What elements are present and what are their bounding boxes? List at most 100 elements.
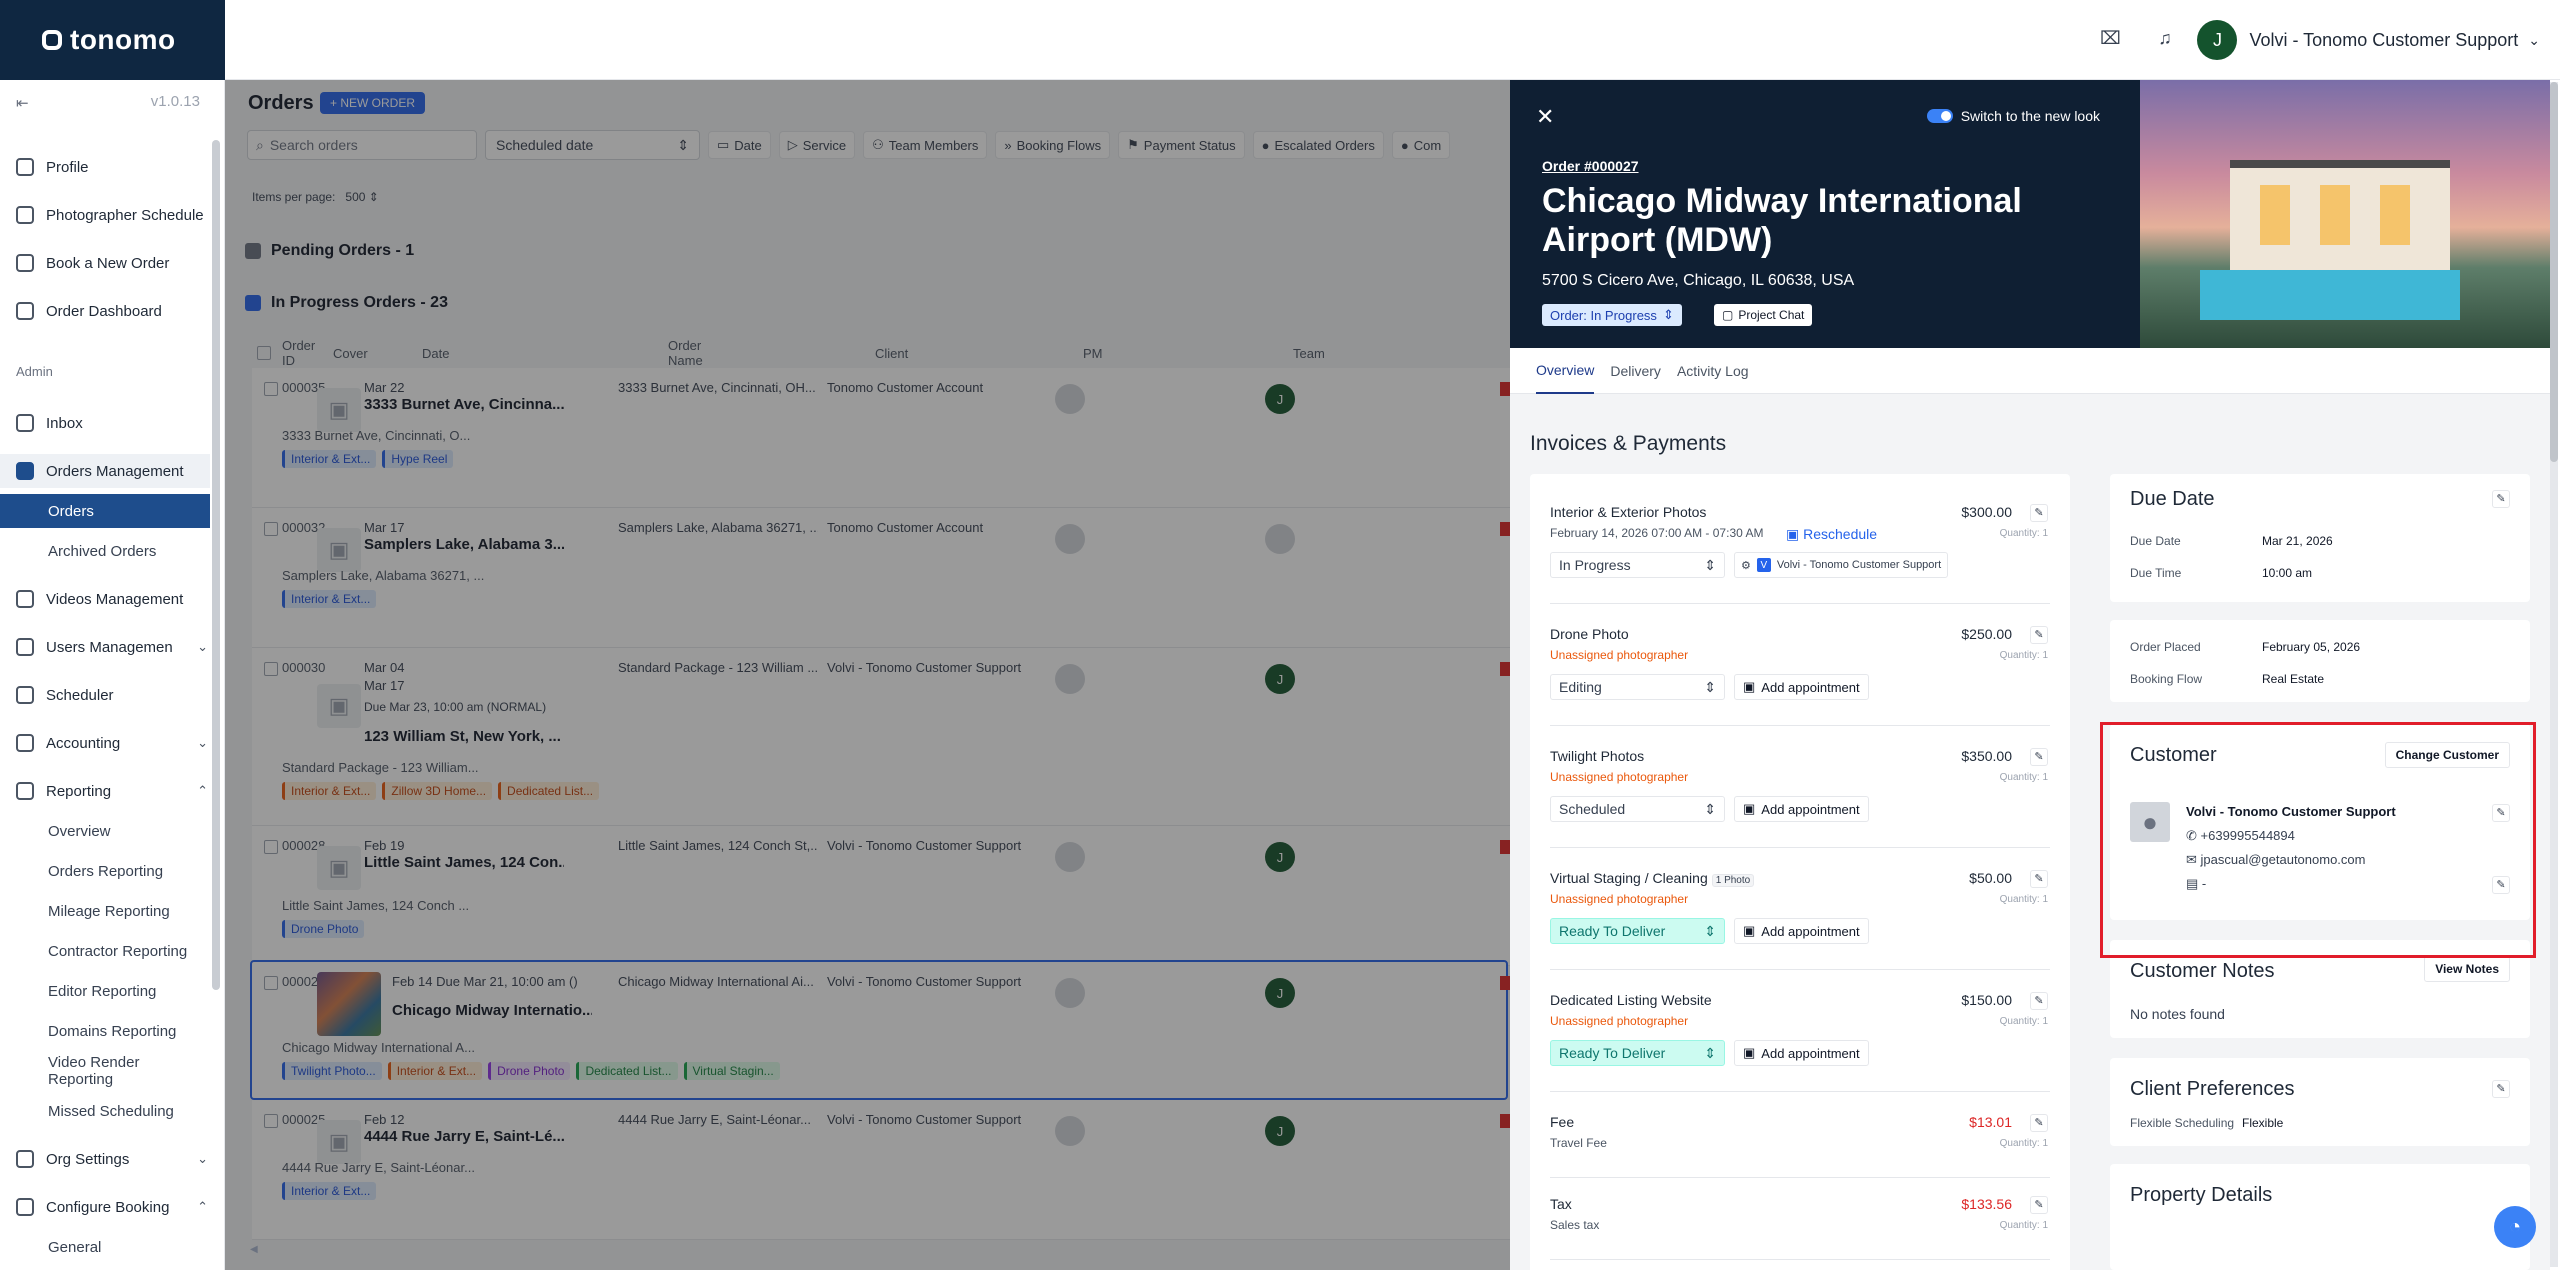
modal-backdrop[interactable] [225,80,1510,1270]
card-title: Due Date [2130,488,2215,510]
chevron-up-icon: ⌃ [197,783,208,798]
edit-icon[interactable]: ✎ [2030,870,2048,888]
property-cover-image[interactable] [2140,80,2550,348]
button-label: Add appointment [1761,1045,1860,1061]
edit-icon[interactable]: ✎ [2492,804,2510,822]
sidebar-item-label: Scheduler [46,686,114,704]
sidebar-item-users-management[interactable]: Users Managemen ⌄ [16,630,208,664]
add-appointment-button[interactable]: ▣ Add appointment [1734,1040,1869,1066]
line-item-quantity: Quantity: 1 [1999,528,2048,539]
sidebar-item-book-new-order[interactable]: Book a New Order [16,246,208,280]
sidebar-item-accounting[interactable]: Accounting ⌄ [16,726,208,760]
button-label: Add appointment [1761,801,1860,817]
line-item-name: Interior & Exterior Photos [1550,504,1707,520]
edit-icon[interactable]: ✎ [2030,504,2048,522]
line-item-status-select[interactable]: Editing ⇕ [1550,674,1725,700]
sidebar-item-configure-booking[interactable]: Configure Booking ⌃ [16,1190,208,1224]
sidebar-item-order-dashboard[interactable]: Order Dashboard [16,294,208,328]
sidebar-item-profile[interactable]: Profile [16,150,208,184]
bell-icon[interactable]: ♫ [2155,28,2175,48]
horizontal-scroll-left-icon[interactable]: ◀ [250,1244,1510,1256]
line-item: Virtual Staging / Cleaning 1 Photo $50.00… [1550,870,2050,970]
close-icon[interactable]: ✕ [1536,104,1554,130]
sidebar-subitem-video-render-reporting[interactable]: Video Render Reporting [48,1054,208,1088]
scrollbar-thumb[interactable] [2550,82,2558,462]
sidebar-subitem-domains-reporting[interactable]: Domains Reporting [48,1014,208,1048]
line-item-status-select[interactable]: In Progress ⇕ [1550,552,1725,578]
sidebar-subitem-orders-reporting[interactable]: Orders Reporting [48,854,208,888]
sidebar-item-scheduler[interactable]: Scheduler [16,678,208,712]
line-item-quantity: Quantity: 1 [1999,1220,2048,1231]
add-appointment-button[interactable]: ▣ Add appointment [1734,796,1869,822]
gift-icon[interactable]: ⌧ [2100,28,2121,48]
edit-icon[interactable]: ✎ [2492,1080,2510,1098]
sidebar-item-label: Org Settings [46,1150,130,1168]
sidebar-subitem-editor-reporting[interactable]: Editor Reporting [48,974,208,1008]
user-menu[interactable]: J Volvi - Tonomo Customer Support ⌄ [2197,20,2540,60]
support-chat-icon[interactable]: ◔ [2494,1206,2536,1248]
image-window-shape [2320,185,2350,245]
image-window-shape [2380,185,2410,245]
sidebar-item-inbox[interactable]: Inbox [16,406,208,440]
line-item-status-select[interactable]: Ready To Deliver ⇕ [1550,1040,1725,1066]
sidebar-item-label: Videos Management [46,590,184,608]
sidebar-item-orders-management[interactable]: Orders Management [0,454,210,488]
image-window-shape [2260,185,2290,245]
panel-body: Invoices & Payments Interior & Exterior … [1510,394,2550,1270]
reschedule-link[interactable]: ▣ Reschedule [1786,526,1877,543]
tab-activity-log[interactable]: Activity Log [1677,348,1749,394]
collapse-sidebar-icon[interactable]: ⇤ [16,94,29,112]
edit-icon[interactable]: ✎ [2492,490,2510,508]
line-item-status-select[interactable]: Scheduled ⇕ [1550,796,1725,822]
photo-count-badge: 1 Photo [1711,874,1755,887]
card-title: Client Preferences [2130,1078,2295,1100]
edit-icon[interactable]: ✎ [2492,876,2510,894]
add-appointment-button[interactable]: ▣ Add appointment [1734,918,1869,944]
sidebar-item-reporting[interactable]: Reporting ⌃ [16,774,208,808]
edit-icon[interactable]: ✎ [2030,748,2048,766]
assignee-chip[interactable]: ⚙ V Volvi - Tonomo Customer Support [1734,552,1949,578]
change-customer-button[interactable]: Change Customer [2384,742,2510,768]
sidebar-subitem-orders[interactable]: Orders [0,494,210,528]
sidebar-scrollbar[interactable] [212,140,220,990]
card-title: Property Details [2130,1184,2273,1206]
customer-phone: ✆ +639995544894 [2186,828,2295,844]
reschedule-label: Reschedule [1803,526,1878,542]
order-number-link[interactable]: Order #000027 [1542,158,1639,174]
status-value: In Progress [1559,557,1631,573]
customer-name: Volvi - Tonomo Customer Support [2186,804,2396,819]
chevron-down-icon: ⌄ [197,1151,208,1166]
sidebar-item-videos-management[interactable]: Videos Management [16,582,208,616]
panel-scrollbar[interactable] [2550,82,2558,1267]
button-label: Add appointment [1761,679,1860,695]
edit-icon[interactable]: ✎ [2030,1114,2048,1132]
status-value: Order: In Progress [1550,307,1657,323]
project-chat-button[interactable]: ▢ Project Chat [1714,304,1813,326]
tab-overview[interactable]: Overview [1536,348,1595,394]
gear-icon: ⚙ [1741,559,1751,572]
sidebar-item-photographer-schedule[interactable]: Photographer Schedule [16,198,208,232]
order-status-select[interactable]: Order: In Progress ⇕ [1542,304,1682,326]
app-logo[interactable]: tonomo [0,0,225,80]
line-item-price: $250.00 [1961,626,2012,642]
edit-icon[interactable]: ✎ [2030,992,2048,1010]
sidebar-subitem-contractor-reporting[interactable]: Contractor Reporting [48,934,208,968]
sidebar-subitem-missed-scheduling[interactable]: Missed Scheduling [48,1094,208,1128]
sidebar-subitem-overview[interactable]: Overview [48,814,208,848]
new-look-toggle[interactable]: Switch to the new look [1926,108,2100,124]
client-preferences-card: Client Preferences ✎ Flexible Scheduling… [2110,1058,2530,1146]
sidebar-subitem-archived-orders[interactable]: Archived Orders [48,534,208,568]
sidebar-subitem-general[interactable]: General [48,1230,208,1264]
tab-delivery[interactable]: Delivery [1610,348,1661,394]
sidebar-item-label: Reporting [46,782,112,800]
line-item-status-select[interactable]: Ready To Deliver ⇕ [1550,918,1725,944]
view-notes-button[interactable]: View Notes [2424,956,2510,982]
sidebar-subitem-mileage-reporting[interactable]: Mileage Reporting [48,894,208,928]
phone-icon: ✆ [2186,828,2201,843]
edit-icon[interactable]: ✎ [2030,1196,2048,1214]
line-item-price: $300.00 [1961,504,2012,520]
add-appointment-button[interactable]: ▣ Add appointment [1734,674,1869,700]
edit-icon[interactable]: ✎ [2030,626,2048,644]
toggle-switch[interactable] [1926,109,1953,123]
sidebar-item-org-settings[interactable]: Org Settings ⌄ [16,1142,208,1176]
